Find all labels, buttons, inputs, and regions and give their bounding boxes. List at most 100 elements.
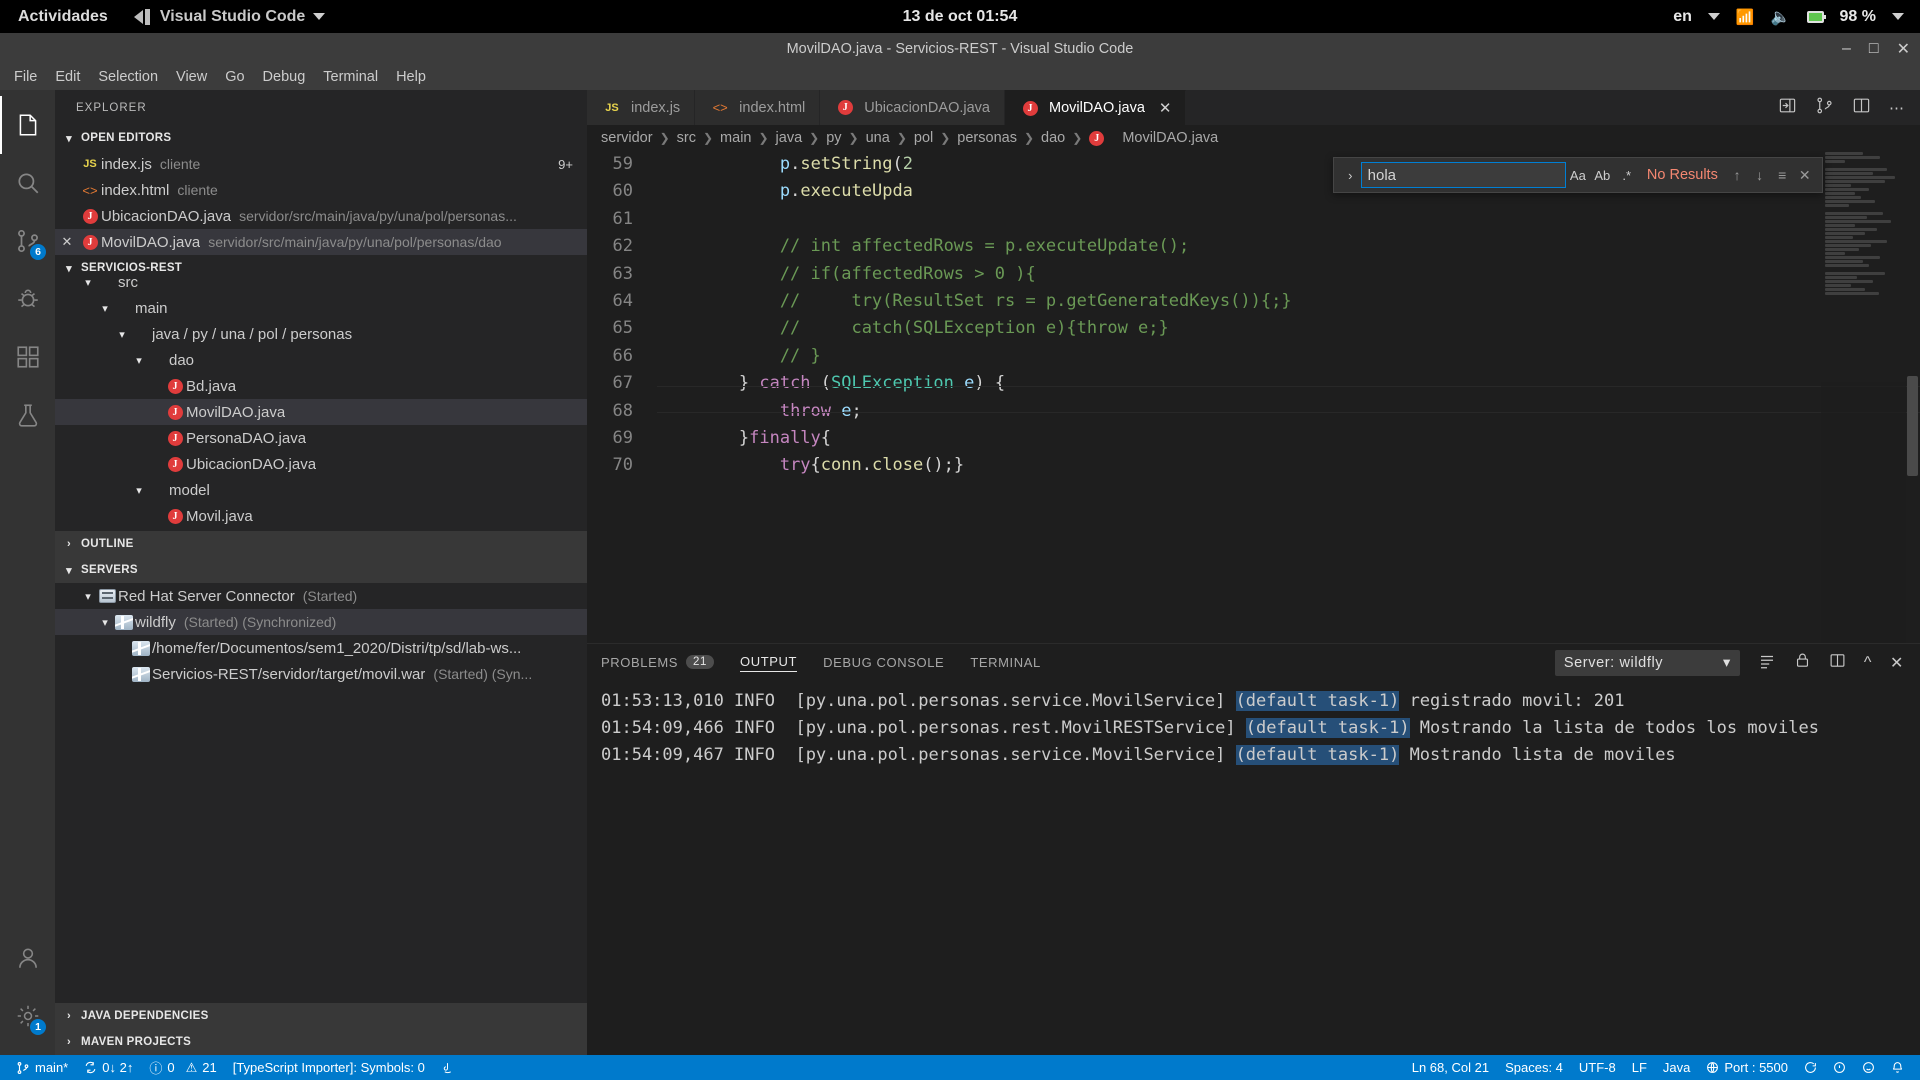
status-java-icon[interactable] — [433, 1055, 462, 1080]
servers-header[interactable]: ▾ SERVERS — [55, 557, 587, 583]
chevron-down-icon[interactable]: ▾ — [80, 276, 96, 289]
editor-tab[interactable]: J MovilDAO.java ✕ — [1005, 90, 1186, 125]
menu-go[interactable]: Go — [217, 67, 252, 87]
maximize-panel-icon[interactable]: ^ — [1864, 654, 1872, 672]
use-regex-icon[interactable]: .* — [1615, 162, 1639, 188]
open-editor-item[interactable]: JS index.js cliente 9+ — [55, 151, 587, 177]
find-next-icon[interactable]: ↓ — [1748, 167, 1771, 183]
breadcrumb-segment[interactable]: java — [776, 130, 803, 146]
activity-source-control[interactable]: 6 — [0, 212, 55, 270]
panel-tab[interactable]: PROBLEMS 21 — [601, 655, 714, 672]
breadcrumb-segment[interactable]: MovilDAO.java — [1122, 130, 1218, 146]
close-button[interactable]: ✕ — [1897, 39, 1910, 59]
activity-explorer[interactable] — [0, 96, 55, 154]
status-feedback[interactable] — [1796, 1055, 1825, 1080]
tree-item[interactable]: ▾ src — [55, 269, 587, 295]
clear-output-icon[interactable] — [1758, 652, 1776, 675]
menu-edit[interactable]: Edit — [47, 67, 88, 87]
status-problems[interactable]: ⓘ 0 ⚠ 21 — [141, 1055, 224, 1080]
status-branch[interactable]: main* — [8, 1055, 76, 1080]
status-live-server[interactable]: Port : 5500 — [1698, 1055, 1796, 1080]
menu-view[interactable]: View — [168, 67, 215, 87]
activity-settings[interactable]: 1 — [0, 987, 55, 1045]
more-actions-icon[interactable]: ⋯ — [1889, 99, 1904, 117]
find-input[interactable] — [1361, 162, 1566, 188]
close-editor-icon[interactable]: ✕ — [55, 234, 79, 250]
open-editors-header[interactable]: ▾ OPEN EDITORS — [55, 125, 587, 151]
panel-tab[interactable]: OUTPUT — [740, 654, 797, 672]
gnome-status-area[interactable]: en 📶 🔈 98 % — [1673, 7, 1920, 27]
toggle-replace-icon[interactable]: › — [1340, 168, 1361, 183]
chevron-down-icon[interactable]: ▾ — [114, 328, 130, 341]
tree-item[interactable]: ▾ model — [55, 477, 587, 503]
menu-help[interactable]: Help — [388, 67, 434, 87]
close-panel-icon[interactable]: ✕ — [1890, 653, 1904, 673]
maximize-button[interactable]: □ — [1869, 40, 1879, 58]
breadcrumb-segment[interactable]: dao — [1041, 130, 1065, 146]
breadcrumb-segment[interactable]: una — [866, 130, 890, 146]
server-tree-item[interactable]: ▾ Red Hat Server Connector (Started) — [55, 583, 587, 609]
status-language-mode[interactable]: Java — [1655, 1055, 1698, 1080]
tree-item[interactable]: ▾ main — [55, 295, 587, 321]
tree-item[interactable]: J MovilDAO.java — [55, 399, 587, 425]
chevron-down-icon[interactable]: ▾ — [80, 590, 96, 603]
status-eol[interactable]: LF — [1624, 1055, 1655, 1080]
find-in-selection-icon[interactable]: ≡ — [1771, 167, 1794, 183]
editor-scrollbar-thumb[interactable] — [1907, 376, 1918, 476]
close-tab-icon[interactable]: ✕ — [1159, 99, 1172, 117]
activity-accounts[interactable] — [0, 929, 55, 987]
activity-debug[interactable] — [0, 270, 55, 328]
menu-debug[interactable]: Debug — [255, 67, 314, 87]
server-tree-item[interactable]: Servicios-REST/servidor/target/movil.war… — [55, 661, 587, 687]
chevron-down-icon[interactable]: ▾ — [97, 616, 113, 629]
breadcrumb-segment[interactable]: personas — [957, 130, 1017, 146]
activity-extensions[interactable] — [0, 328, 55, 386]
status-bell[interactable] — [1883, 1055, 1912, 1080]
tree-item[interactable]: ▾ dao — [55, 347, 587, 373]
open-editor-item[interactable]: J UbicacionDAO.java servidor/src/main/ja… — [55, 203, 587, 229]
breadcrumb-segment[interactable]: pol — [914, 130, 933, 146]
menu-terminal[interactable]: Terminal — [315, 67, 386, 87]
minimize-button[interactable]: – — [1842, 40, 1851, 58]
output-channel-select[interactable]: Server: wildfly ▾ — [1555, 650, 1740, 676]
output-console[interactable]: 01:53:13,010 INFO [py.una.pol.personas.s… — [587, 682, 1920, 1055]
app-menu[interactable]: Visual Studio Code — [134, 8, 326, 26]
activity-testing[interactable] — [0, 386, 55, 444]
panel-tab[interactable]: DEBUG CONSOLE — [823, 655, 944, 672]
outline-header[interactable]: › OUTLINE — [55, 531, 587, 557]
server-tree-item[interactable]: /home/fer/Documentos/sem1_2020/Distri/tp… — [55, 635, 587, 661]
status-indentation[interactable]: Spaces: 4 — [1497, 1055, 1571, 1080]
tree-item[interactable]: J Bd.java — [55, 373, 587, 399]
chevron-down-icon[interactable]: ▾ — [131, 484, 147, 497]
breadcrumb-segment[interactable]: py — [826, 130, 841, 146]
activities-button[interactable]: Actividades — [18, 8, 108, 26]
match-case-icon[interactable]: Aa — [1566, 162, 1590, 188]
status-sync[interactable]: 0↓ 2↑ — [76, 1055, 141, 1080]
find-previous-icon[interactable]: ↑ — [1726, 167, 1749, 183]
status-cursor-position[interactable]: Ln 68, Col 21 — [1404, 1055, 1497, 1080]
minimap[interactable] — [1821, 151, 1906, 643]
code-content[interactable]: p.setString(2 p.executeUpda // int affec… — [657, 151, 1920, 480]
whole-word-icon[interactable]: Ab — [1590, 162, 1614, 188]
chevron-down-icon[interactable]: ▾ — [131, 354, 147, 367]
find-widget[interactable]: › Aa Ab .* No Results ↑ ↓ ≡ ✕ — [1333, 157, 1823, 193]
source-control-icon[interactable] — [1815, 96, 1834, 119]
menu-bar[interactable]: FileEditSelectionViewGoDebugTerminalHelp — [0, 64, 1920, 90]
status-encoding[interactable]: UTF-8 — [1571, 1055, 1624, 1080]
status-symbols[interactable]: [TypeScript Importer]: Symbols: 0 — [225, 1055, 433, 1080]
server-tree-item[interactable]: ▾ wildfly (Started) (Synchronized) — [55, 609, 587, 635]
open-changes-icon[interactable] — [1778, 96, 1797, 119]
lock-scroll-icon[interactable] — [1794, 652, 1811, 674]
panel-tab[interactable]: TERMINAL — [970, 655, 1041, 672]
status-notifications-bell[interactable] — [1825, 1055, 1854, 1080]
breadcrumb-segment[interactable]: servidor — [601, 130, 653, 146]
open-editor-item[interactable]: <> index.html cliente — [55, 177, 587, 203]
breadcrumb-segment[interactable]: src — [677, 130, 696, 146]
find-close-icon[interactable]: ✕ — [1793, 167, 1816, 184]
tree-item[interactable]: J Movil.java — [55, 503, 587, 529]
new-terminal-icon[interactable] — [1829, 652, 1846, 674]
split-editor-icon[interactable] — [1852, 96, 1871, 119]
editor-tab[interactable]: J UbicacionDAO.java — [820, 90, 1005, 125]
code-editor[interactable]: 59 60 61 62 63 64 65 66 67 68 69 70 p.se… — [587, 151, 1920, 643]
java-dependencies-header[interactable]: › JAVA DEPENDENCIES — [55, 1003, 587, 1029]
